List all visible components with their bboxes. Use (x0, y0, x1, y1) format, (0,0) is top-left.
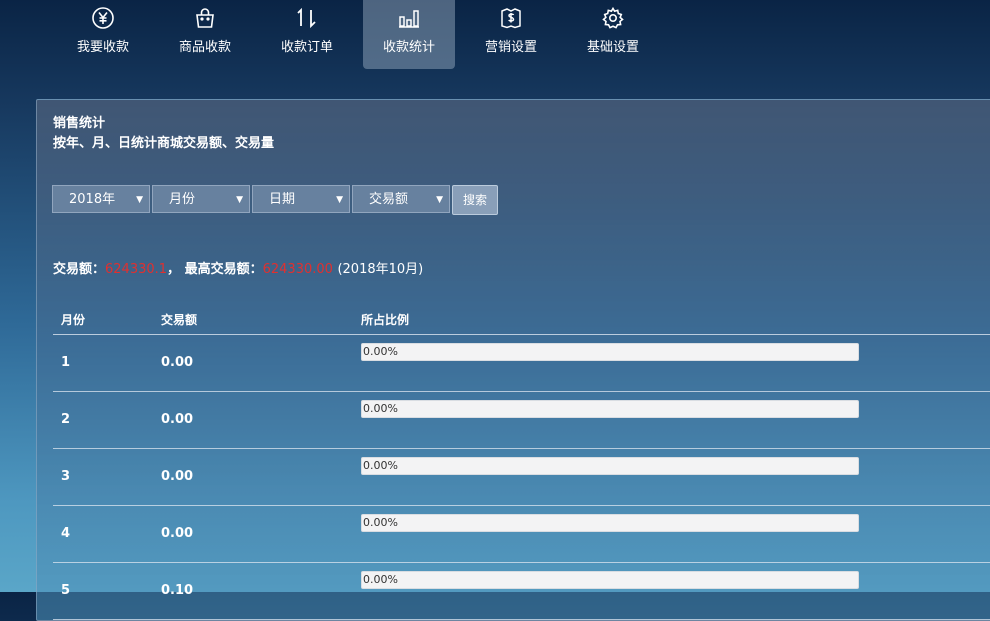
percentage-bar: 0.00% (361, 457, 859, 475)
gear-icon (602, 6, 624, 29)
amount-label: 交易额： (53, 262, 106, 277)
table-row: 4 0.00 0.00% (53, 506, 990, 563)
month-select-value: 月份 (169, 192, 196, 207)
percentage-text: 0.00% (363, 573, 398, 586)
percentage-bar: 0.00% (361, 343, 859, 361)
coupon-icon (501, 8, 521, 29)
nav-item-label: 基础设置 (586, 40, 639, 55)
amount-cell: 0.00 (161, 469, 194, 484)
nav-item-receive-payment[interactable]: 我要收款 (57, 0, 149, 69)
table-row: 2 0.00 0.00% (53, 392, 990, 449)
summary-line: 交易额：624330.1， 最高交易额：624330.00 (2018年10月) (53, 258, 423, 277)
table-row: 1 0.00 0.00% (53, 335, 990, 392)
metric-select[interactable]: 交易额 ▼ (352, 185, 450, 213)
top-navigation: 我要收款 商品收款 收款订单 收款统计 营销设置 基础设置 (0, 0, 990, 70)
panel-title: 销售统计 (53, 116, 106, 131)
summary-separator: ， (167, 262, 181, 277)
month-cell: 2 (61, 412, 71, 427)
percentage-text: 0.00% (363, 402, 398, 415)
chevron-down-icon: ▼ (336, 195, 343, 205)
column-header-percentage: 所占比例 (361, 313, 410, 327)
month-cell: 3 (61, 469, 71, 484)
nav-item-payment-stats[interactable]: 收款统计 (363, 0, 455, 69)
yen-coin-icon (92, 7, 114, 29)
nav-item-payment-orders[interactable]: 收款订单 (261, 0, 353, 69)
amount-value: 624330.1 (105, 262, 168, 277)
table-row: 3 0.00 0.00% (53, 449, 990, 506)
nav-item-label: 收款订单 (280, 40, 333, 55)
nav-item-marketing-settings[interactable]: 营销设置 (465, 0, 557, 69)
chevron-down-icon: ▼ (136, 195, 143, 205)
percentage-bar: 0.00% (361, 400, 859, 418)
row-divider (53, 619, 990, 620)
sales-stats-panel: 销售统计 按年、月、日统计商城交易额、交易量 2018年 ▼ 月份 ▼ 日期 ▼… (36, 99, 990, 621)
shopping-bag-icon (196, 8, 214, 28)
percentage-bar: 0.00% (361, 514, 859, 532)
sort-arrows-icon (297, 7, 316, 29)
amount-cell: 0.00 (161, 526, 194, 541)
year-select[interactable]: 2018年 ▼ (52, 185, 150, 213)
chevron-down-icon: ▼ (436, 195, 443, 205)
month-cell: 5 (61, 583, 71, 598)
nav-item-label: 商品收款 (178, 40, 231, 55)
day-select-value: 日期 (269, 192, 296, 207)
amount-cell: 0.10 (161, 583, 194, 598)
search-button[interactable]: 搜索 (452, 185, 498, 215)
month-select[interactable]: 月份 ▼ (152, 185, 250, 213)
metric-select-value: 交易额 (369, 192, 409, 207)
nav-item-product-payment[interactable]: 商品收款 (159, 0, 251, 69)
nav-item-basic-settings[interactable]: 基础设置 (567, 0, 659, 69)
year-select-value: 2018年 (69, 192, 116, 207)
chevron-down-icon: ▼ (236, 195, 243, 205)
month-cell: 4 (61, 526, 71, 541)
column-header-month: 月份 (61, 313, 86, 327)
max-amount-period: (2018年10月) (337, 262, 424, 277)
max-amount-value: 624330.00 (262, 262, 333, 277)
column-header-amount: 交易额 (161, 313, 198, 327)
day-select[interactable]: 日期 ▼ (252, 185, 350, 213)
nav-item-label: 收款统计 (382, 40, 435, 55)
bar-chart-icon (399, 10, 419, 28)
percentage-text: 0.00% (363, 516, 398, 529)
percentage-bar: 0.00% (361, 571, 859, 589)
percentage-text: 0.00% (363, 345, 398, 358)
nav-item-label: 营销设置 (484, 40, 537, 55)
percentage-text: 0.00% (363, 459, 398, 472)
amount-cell: 0.00 (161, 355, 194, 370)
max-amount-label: 最高交易额： (184, 262, 263, 277)
nav-item-label: 我要收款 (76, 40, 129, 55)
panel-subtitle: 按年、月、日统计商城交易额、交易量 (53, 136, 275, 151)
amount-cell: 0.00 (161, 412, 194, 427)
month-cell: 1 (61, 355, 71, 370)
